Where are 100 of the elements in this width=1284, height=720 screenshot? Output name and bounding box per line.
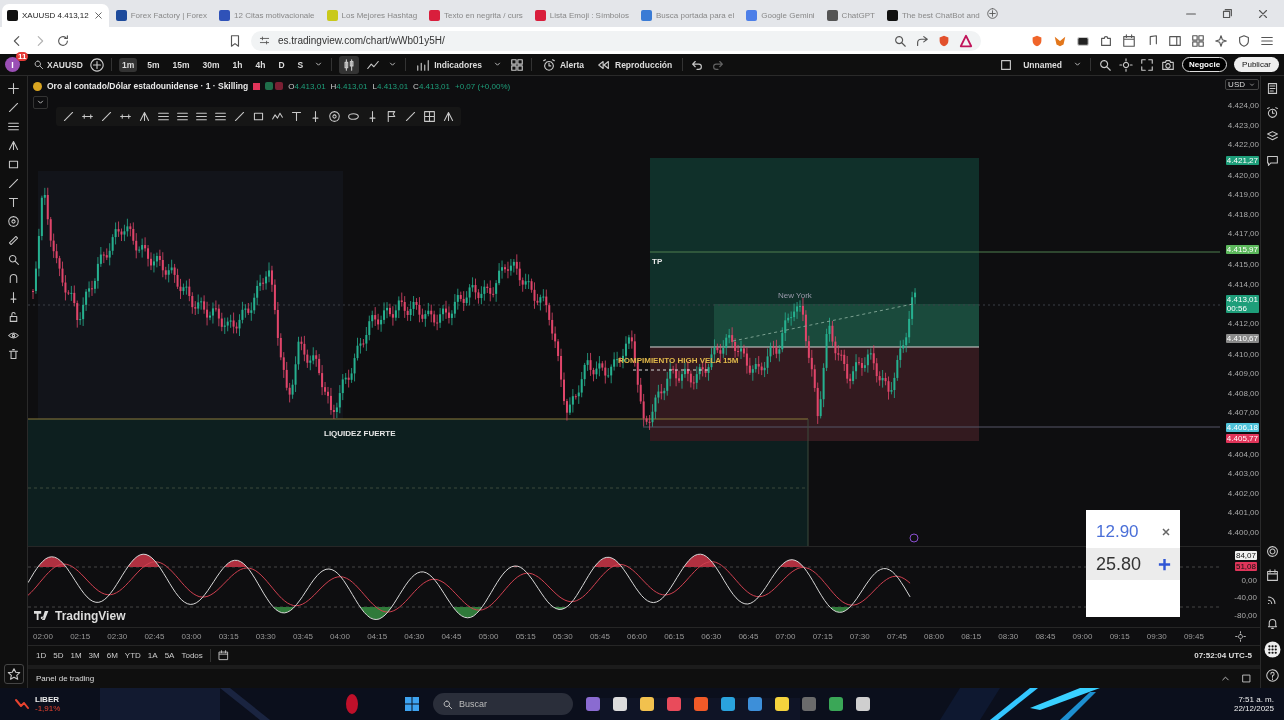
ohlc-value: L4.413,01: [372, 81, 409, 91]
symbol-search[interactable]: XAUUSD: [33, 59, 83, 70]
ticker-name[interactable]: LIBER: [35, 695, 61, 704]
price-tick: 4.415,00: [1227, 259, 1259, 271]
ohlc-value: C4.413,01: [413, 81, 450, 91]
price-tick: 4.414,00: [1227, 278, 1259, 291]
time-tick: 02:15: [70, 632, 91, 641]
price-tick: 4.401,00: [1227, 507, 1259, 520]
time-tick: 02:00: [33, 632, 54, 641]
interval-button[interactable]: 15m: [169, 57, 193, 72]
time-tick: 06:30: [701, 632, 722, 641]
price-tick: 4.419,00: [1227, 189, 1259, 202]
publish-button[interactable]: Publicar: [1234, 57, 1279, 72]
price-tick: 4.400,00: [1227, 526, 1259, 539]
oscillator-tick: -40,00: [1234, 592, 1257, 605]
range-button[interactable]: 1A: [147, 651, 158, 660]
clock[interactable]: 07:52:04 UTC-5: [1194, 651, 1252, 660]
price-badge: 4.421,27: [1225, 155, 1259, 165]
layout-name-button[interactable]: Unnamed: [1020, 57, 1065, 72]
time-tick: 03:30: [255, 632, 276, 641]
range-button[interactable]: 6M: [106, 651, 118, 660]
trading-panel-tab[interactable]: Panel de trading: [36, 674, 95, 683]
liquidity-label: LIQUIDEZ FUERTE: [324, 429, 396, 438]
session-label: New York: [778, 291, 812, 300]
time-tick: 04:00: [330, 632, 351, 641]
price-tick: 4.417,00: [1227, 228, 1259, 241]
interval-button[interactable]: 4h: [252, 57, 269, 72]
price-tick: 4.409,00: [1227, 368, 1259, 381]
range-button[interactable]: 1D: [36, 651, 47, 660]
time-tick: 09:45: [1183, 632, 1204, 641]
price-tick: 4.418,00: [1227, 208, 1259, 221]
tp-label: TP: [652, 257, 663, 266]
oscillator-badge: 51,08: [1234, 562, 1257, 571]
time-tick: 07:30: [849, 632, 870, 641]
time-tick: 05:15: [515, 632, 536, 641]
range-button[interactable]: YTD: [124, 651, 141, 660]
time-tick: 04:30: [404, 632, 425, 641]
price-tick: 4.404,00: [1227, 448, 1259, 461]
user-avatar[interactable]: I: [5, 57, 20, 72]
price-badge: 4.410,67: [1225, 334, 1259, 344]
price-change: +0,07 (+0,00%): [455, 81, 511, 91]
price-badge: 4.415,97: [1225, 244, 1259, 254]
indicators-button[interactable]: Indicadores: [413, 55, 485, 74]
time-tick: 05:30: [552, 632, 573, 641]
price-tick: 4.408,00: [1227, 387, 1259, 400]
time-tick: 05:00: [478, 632, 499, 641]
symbol-title[interactable]: Oro al contado/Dólar estadounidense · 1 · Skilling: [47, 81, 249, 91]
price-badge: 4.413,01 00:56: [1225, 294, 1259, 313]
time-tick: 04:45: [441, 632, 462, 641]
interval-button[interactable]: 30m: [199, 57, 223, 72]
replay-button[interactable]: Reproducción: [594, 55, 676, 74]
time-tick: 03:15: [218, 632, 239, 641]
oscillator-tick: -80,00: [1234, 609, 1257, 622]
currency-select[interactable]: USD: [1225, 79, 1259, 90]
alert-button[interactable]: Alerta: [538, 55, 587, 74]
time-tick: 07:45: [886, 632, 907, 641]
price-badge: 4.406,18: [1225, 423, 1259, 433]
price-tick: 4.403,00: [1227, 468, 1259, 481]
range-button[interactable]: Todos: [181, 651, 203, 660]
time-tick: 08:30: [998, 632, 1019, 641]
search-field[interactable]: Buscar: [433, 693, 573, 715]
time-tick: 09:30: [1146, 632, 1167, 641]
range-button[interactable]: 5A: [164, 651, 175, 660]
time-tick: 08:15: [961, 632, 982, 641]
price-badge: 4.405,77: [1225, 434, 1259, 444]
time-tick: 02:45: [144, 632, 165, 641]
interval-button[interactable]: 1m: [118, 57, 138, 72]
notification-badge: 11: [16, 52, 29, 61]
time-tick: 07:00: [775, 632, 796, 641]
time-tick: 08:00: [924, 632, 945, 641]
value-text: 12.90: [1096, 522, 1139, 542]
address-field[interactable]: es.tradingview.com/chart/wWb01y5H/: [251, 30, 981, 51]
ticker-change: -1,91%: [35, 704, 61, 713]
time-tick: 08:45: [1035, 632, 1056, 641]
price-tick: 4.422,00: [1227, 139, 1259, 152]
time-tick: 09:15: [1109, 632, 1130, 641]
time-tick: 07:15: [812, 632, 833, 641]
interval-button[interactable]: 1h: [229, 57, 246, 72]
time-tick: 06:00: [627, 632, 648, 641]
time-tick: 03:00: [181, 632, 202, 641]
interval-button[interactable]: S: [294, 57, 307, 72]
trade-button[interactable]: Negocie: [1181, 57, 1228, 72]
tradingview-logo[interactable]: TradingView: [34, 609, 126, 623]
range-button[interactable]: 5D: [53, 651, 64, 660]
value-text: 25.80: [1096, 553, 1142, 575]
interval-button[interactable]: 5m: [144, 57, 163, 72]
range-button[interactable]: 1M: [70, 651, 82, 660]
ohlc-value: O4.413,01: [288, 81, 326, 91]
interval-button[interactable]: D: [275, 57, 288, 72]
price-tick: 4.412,00: [1227, 318, 1259, 331]
price-tick: 4.410,00: [1227, 348, 1259, 361]
price-tick: 4.402,00: [1227, 487, 1259, 500]
price-tick: 4.424,00: [1227, 100, 1259, 113]
time-tick: 06:15: [664, 632, 685, 641]
oscillator-badge: 84,07: [1234, 551, 1257, 560]
range-button[interactable]: 3M: [88, 651, 100, 660]
time-tick: 02:30: [107, 632, 128, 641]
browser-tab[interactable]: XAUUSD 4.413,12: [2, 4, 109, 27]
taskbar-time[interactable]: 7:51 a. m.: [1238, 695, 1274, 704]
taskbar-date[interactable]: 22/12/2025: [1233, 704, 1274, 713]
